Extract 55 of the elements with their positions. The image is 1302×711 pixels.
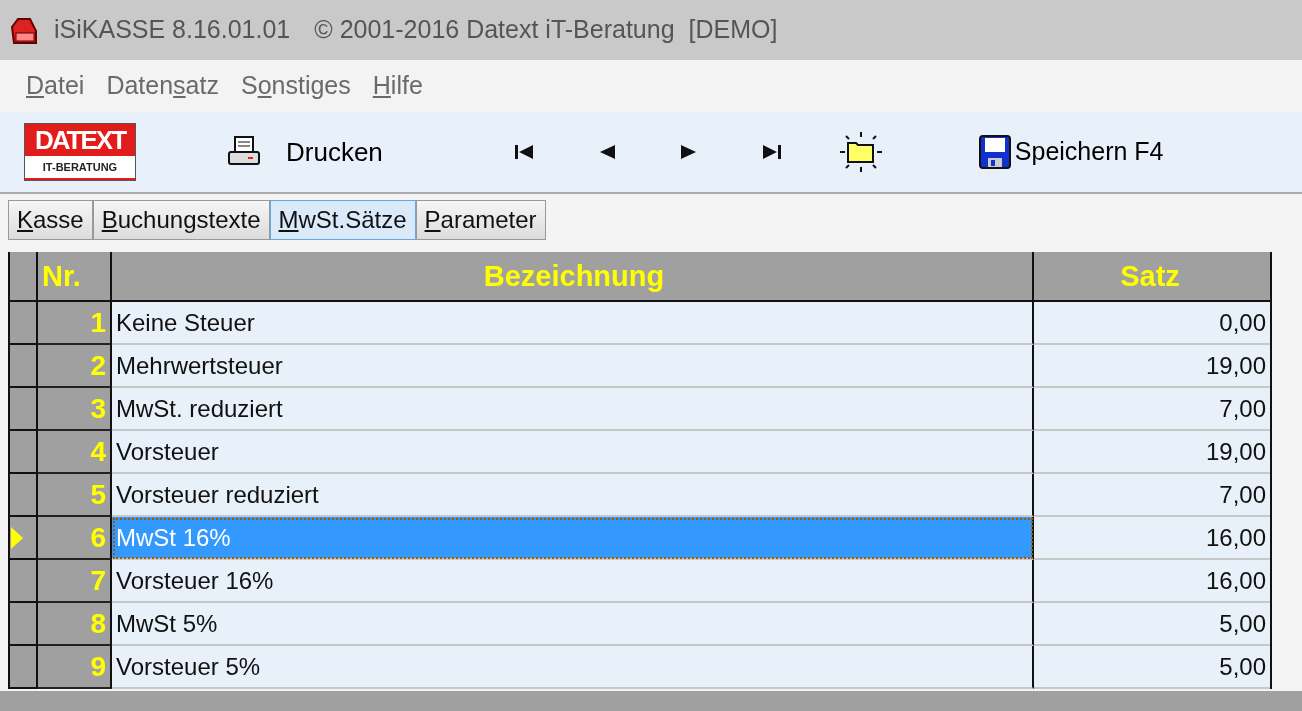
- menu-item[interactable]: Sonstiges: [240, 67, 351, 105]
- row-selector[interactable]: [10, 560, 38, 603]
- table-cell: Vorsteuer 16%: [112, 560, 1034, 603]
- row-number: 9: [38, 646, 112, 689]
- row-number: 8: [38, 603, 112, 646]
- first-record-button[interactable]: [512, 143, 535, 161]
- print-button[interactable]: Drucken: [226, 132, 383, 172]
- table-cell: 5,00: [1034, 646, 1270, 689]
- row-number: 4: [38, 431, 112, 474]
- menu-item[interactable]: Datei: [26, 67, 85, 105]
- row-selector[interactable]: [10, 388, 38, 431]
- save-button[interactable]: Speichern F4: [978, 133, 1164, 171]
- window-title: iSiKASSE 8.16.01.01: [54, 14, 291, 46]
- row-number: 2: [38, 345, 112, 388]
- table-cell: 7,00: [1034, 388, 1270, 431]
- tab[interactable]: Kasse: [8, 200, 93, 240]
- tab[interactable]: Buchungstexte: [92, 200, 270, 240]
- table-cell: 19,00: [1034, 345, 1270, 388]
- copyright-text: © 2001-2016 Datext iT-Beratung [DEMO]: [314, 14, 778, 46]
- row-selector[interactable]: [10, 474, 38, 517]
- table-cell: 0,00: [1034, 302, 1270, 345]
- table-cell: MwSt 5%: [112, 603, 1034, 646]
- table-cell: Vorsteuer 5%: [112, 646, 1034, 689]
- tab[interactable]: Parameter: [415, 200, 546, 240]
- row-number: 7: [38, 560, 112, 603]
- table-cell: MwSt. reduziert: [112, 388, 1034, 431]
- row-number: 6: [38, 517, 112, 560]
- table-cell: 19,00: [1034, 431, 1270, 474]
- tab[interactable]: MwSt.Sätze: [269, 200, 416, 240]
- column-header: Nr.: [38, 252, 112, 302]
- table-cell: MwSt 16%: [112, 517, 1034, 560]
- menu-item[interactable]: Datensatz: [106, 67, 219, 105]
- menu-item[interactable]: Hilfe: [372, 67, 423, 105]
- table-cell: 7,00: [1034, 474, 1270, 517]
- table-cell: 16,00: [1034, 517, 1270, 560]
- row-selector[interactable]: [10, 431, 38, 474]
- table-cell: Vorsteuer: [112, 431, 1034, 474]
- row-number: 1: [38, 302, 112, 345]
- row-selector[interactable]: [10, 345, 38, 388]
- logo: DATEXT IT-BERATUNG: [24, 123, 136, 181]
- row-number: 5: [38, 474, 112, 517]
- last-record-button[interactable]: [760, 143, 783, 161]
- table-cell: Keine Steuer: [112, 302, 1034, 345]
- table-cell: 16,00: [1034, 560, 1270, 603]
- row-selector[interactable]: [10, 603, 38, 646]
- new-record-button[interactable]: [837, 130, 884, 174]
- row-selector[interactable]: [10, 646, 38, 689]
- column-header: Satz: [1034, 252, 1270, 302]
- column-header: Bezeichnung: [112, 252, 1034, 302]
- table-cell: Vorsteuer reduziert: [112, 474, 1034, 517]
- row-number: 3: [38, 388, 112, 431]
- table-cell: Mehrwertsteuer: [112, 345, 1034, 388]
- row-selector[interactable]: [10, 517, 38, 560]
- row-selector[interactable]: [10, 302, 38, 345]
- table-cell: 5,00: [1034, 603, 1270, 646]
